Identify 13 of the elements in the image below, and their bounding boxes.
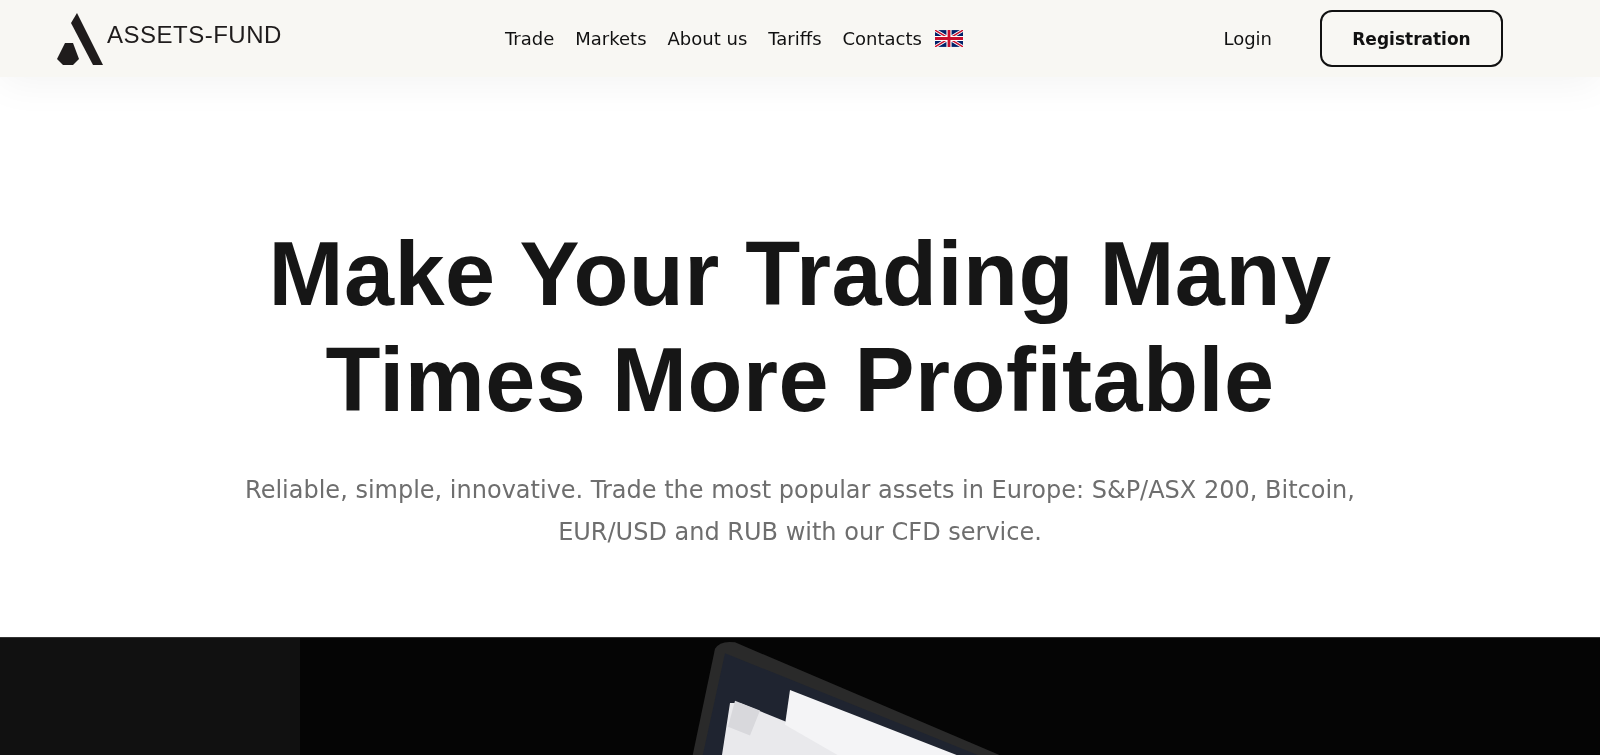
hero-title-line: Make Your Trading Many	[268, 223, 1332, 326]
nav-link[interactable]: Tariffs	[768, 28, 822, 49]
hero-title-line: Times More Profitable	[325, 329, 1275, 432]
hero-subtitle: Reliable, simple, innovative. Trade the most popular assets in Europe: S&P/ASX 200, Bitcoin, EUR/USD and RUB with our CFD service.	[244, 475, 1356, 548]
registration-button[interactable]: Registration	[1320, 10, 1503, 67]
nav-link[interactable]: About us	[667, 28, 748, 49]
nav-link[interactable]: Markets	[575, 28, 647, 49]
login-link[interactable]: Login	[1223, 28, 1272, 49]
nav-link[interactable]: Trade	[505, 28, 555, 49]
logo-text[interactable]: ASSETS-FUND	[107, 20, 282, 49]
flag-icon[interactable]	[934, 30, 963, 47]
logo-icon	[57, 12, 103, 65]
nav-link[interactable]: Contacts	[842, 28, 922, 49]
